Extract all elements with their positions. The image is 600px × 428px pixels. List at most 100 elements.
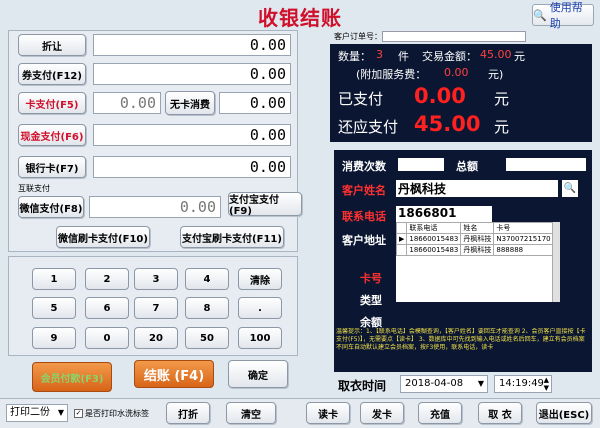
card-label: 卡号: [360, 272, 382, 285]
qty-value: 3: [376, 48, 383, 61]
keypad-key[interactable]: 5: [32, 297, 76, 319]
keypad-key[interactable]: 0: [85, 327, 129, 349]
service-value: 0.00: [444, 66, 469, 79]
discount-field[interactable]: 0.00: [93, 34, 291, 56]
no-card-button[interactable]: 无卡消费: [165, 91, 215, 115]
read-card-button[interactable]: 读卡: [306, 402, 350, 424]
keypad-key[interactable]: 50: [185, 327, 229, 349]
pickup-time-value: 14:19:49: [499, 378, 544, 389]
keypad-key[interactable]: 6: [85, 297, 129, 319]
col-header: 联系电话: [406, 222, 462, 234]
print-copies-value: 打印二份: [10, 407, 50, 418]
order-no-field[interactable]: [382, 31, 526, 42]
print-tag-checkbox[interactable]: ✓: [74, 409, 83, 418]
clear-button[interactable]: 清空: [226, 402, 276, 424]
print-tag-label: 是否打印水洗标签: [85, 409, 149, 418]
bankcard-pay-field[interactable]: 0.00: [93, 156, 291, 178]
pickup-date-value: 2018-04-08: [405, 378, 464, 389]
table-row[interactable]: ▶ 18660015483 丹枫科技 N37007215170: [396, 233, 552, 245]
col-header: 卡号: [493, 222, 552, 234]
card-pay-field[interactable]: 0.00: [93, 92, 161, 114]
no-card-field[interactable]: 0.00: [219, 92, 291, 114]
pickup-time-field[interactable]: 14:19:49 ▲ ▼: [494, 375, 552, 393]
customer-lookup-table[interactable]: 联系电话 姓名 卡号 ▶ 18660015483 丹枫科技 N37007215170 18…: [396, 222, 552, 302]
type-label: 类型: [360, 294, 382, 307]
service-unit: 元): [488, 68, 504, 81]
tips-text: 温馨提示：1、【联系电话】会模糊查询，【客户姓名】要回车才能查询 2、会员客户直…: [336, 328, 586, 351]
pickup-date-field[interactable]: 2018-04-08 ▼: [400, 375, 488, 393]
member-pay-label: 会员付款(F3): [40, 373, 104, 385]
keypad-key[interactable]: 7: [134, 297, 178, 319]
search-icon: 🔍: [533, 8, 547, 22]
amount-label: 交易金额：: [422, 50, 477, 63]
bankcard-pay-button[interactable]: 银行卡(F7): [18, 156, 86, 178]
cash-pay-field[interactable]: 0.00: [93, 124, 291, 146]
summary-panel: 数量： 3 件 交易金额： 45.00 元 (附加服务费： 0.00 元) 已支…: [330, 44, 592, 142]
confirm-button[interactable]: 确定: [228, 360, 288, 388]
qty-unit: 件: [398, 50, 409, 63]
keypad-key[interactable]: 9: [32, 327, 76, 349]
customer-panel: 消费次数 总额 客户姓名 丹枫科技 🔍 联系电话 1866801 客户地址 联系…: [334, 150, 592, 372]
table-scrollbar[interactable]: [552, 222, 560, 302]
wechat-pay-field[interactable]: 0.00: [89, 196, 221, 218]
alipay-swipe-button[interactable]: 支付宝刷卡支付(F11): [180, 226, 284, 248]
total-label: 总额: [456, 160, 478, 173]
recharge-button[interactable]: 充值: [418, 402, 462, 424]
alipay-button[interactable]: 支付宝支付(F9): [228, 192, 302, 217]
paid-label: 已支付: [338, 90, 384, 108]
keypad-key[interactable]: 4: [185, 268, 229, 290]
col-header: 姓名: [460, 222, 495, 234]
keypad-key[interactable]: 20: [134, 327, 178, 349]
discount-button[interactable]: 折让: [18, 34, 86, 56]
pickup-time-label: 取衣时间: [338, 379, 387, 393]
keypad-key[interactable]: 2: [85, 268, 129, 290]
paid-unit: 元: [494, 90, 510, 108]
print-copies-select[interactable]: 打印二份 ▼: [6, 404, 68, 422]
keypad-key[interactable]: 清除: [238, 268, 282, 290]
name-label: 客户姓名: [342, 184, 386, 197]
keypad-key[interactable]: 3: [134, 268, 178, 290]
issue-card-button[interactable]: 发卡: [360, 402, 404, 424]
spinner-icon[interactable]: ▲ ▼: [544, 376, 549, 392]
coupon-pay-button[interactable]: 券支付(F12): [18, 63, 86, 85]
phone-field[interactable]: 1866801: [396, 206, 492, 223]
keypad-key[interactable]: .: [238, 297, 282, 319]
service-label: (附加服务费：: [356, 68, 427, 81]
address-label: 客户地址: [342, 234, 386, 247]
name-search-icon[interactable]: 🔍: [562, 180, 578, 197]
order-no-label: 客户订单号：: [334, 32, 382, 41]
phone-label: 联系电话: [342, 210, 386, 223]
card-pay-button[interactable]: 卡支付(F5): [18, 92, 86, 114]
wechat-pay-button[interactable]: 微信支付(F8): [18, 196, 84, 218]
wechat-swipe-button[interactable]: 微信刷卡支付(F10): [56, 226, 150, 248]
internet-pay-label: 互联支付: [18, 184, 50, 193]
discount-action-button[interactable]: 打折: [166, 402, 210, 424]
cash-pay-button[interactable]: 现金支付(F6): [18, 124, 86, 146]
name-field[interactable]: 丹枫科技: [396, 180, 558, 197]
due-label: 还应支付: [338, 118, 399, 136]
paid-value: 0.00: [414, 84, 466, 108]
chevron-down-icon[interactable]: ▼: [478, 376, 484, 392]
exit-button[interactable]: 退出(ESC): [536, 402, 592, 424]
visits-label: 消费次数: [342, 160, 386, 173]
visits-field[interactable]: [398, 158, 444, 171]
amount-value: 45.00: [480, 48, 512, 61]
total-field[interactable]: [506, 158, 586, 171]
chevron-down-icon: ▼: [57, 408, 64, 417]
checkout-button[interactable]: 结账 (F4): [134, 360, 214, 388]
keypad-key[interactable]: 100: [238, 327, 282, 349]
due-value: 45.00: [414, 112, 481, 136]
table-row[interactable]: 18660015483 丹枫科技 888888: [396, 244, 552, 256]
amount-unit: 元: [514, 50, 525, 63]
due-unit: 元: [494, 118, 510, 136]
window-title: 收银结账: [258, 6, 342, 30]
member-pay-button[interactable]: 会员付款(F3): [32, 362, 112, 392]
help-button-label: 使用帮助: [549, 1, 583, 30]
qty-label: 数量：: [338, 50, 371, 63]
pickup-button[interactable]: 取 衣: [478, 402, 522, 424]
help-button[interactable]: 🔍 使用帮助: [532, 1, 594, 30]
keypad-key[interactable]: 8: [185, 297, 229, 319]
keypad-key[interactable]: 1: [32, 268, 76, 290]
checkout-label: 结账 (F4): [143, 368, 205, 384]
coupon-pay-field[interactable]: 0.00: [93, 63, 291, 85]
